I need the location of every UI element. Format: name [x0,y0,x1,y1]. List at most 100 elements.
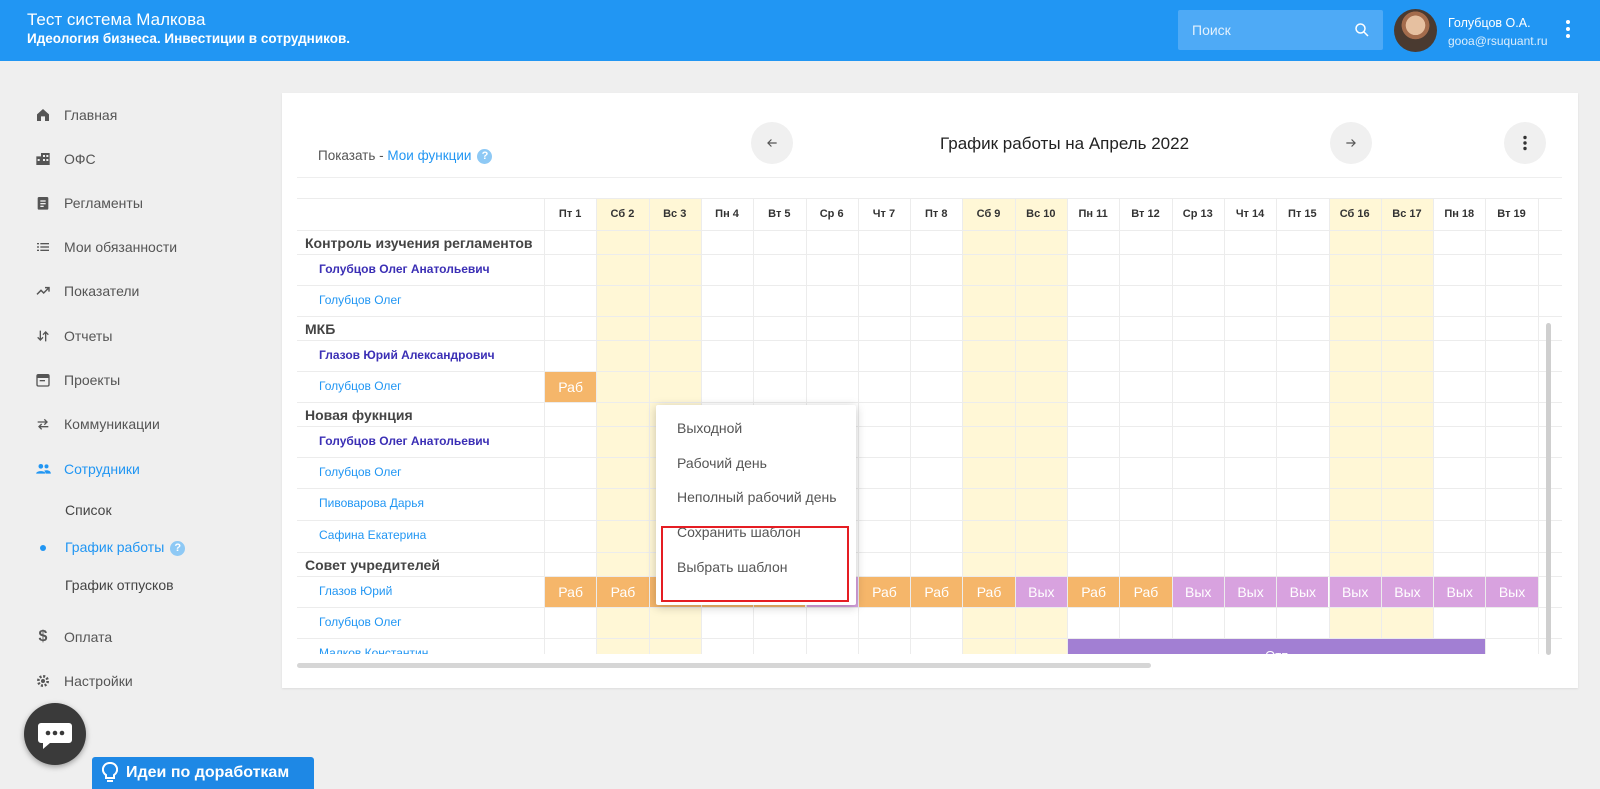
employee-name[interactable]: Голубцов Олег [319,615,402,629]
sidebar-item-home[interactable]: Главная [34,103,117,127]
employee-name[interactable]: Голубцов Олег Анатольевич [319,434,490,448]
day-off-cell[interactable]: Вых [1277,577,1329,607]
user-name[interactable]: Голубцов О.А. [1448,16,1531,30]
ideas-button[interactable]: Идеи по доработкам [92,757,314,789]
day-off-cell[interactable]: Вых [1172,577,1224,607]
sidebar-item-payment[interactable]: $ Оплата [34,625,113,649]
day-off-cell[interactable]: Вых [1015,577,1067,607]
grid-line [297,285,1562,286]
day-header: Пт 1 [558,208,582,220]
grid-line [297,371,1562,372]
sidebar-item-label: Оплата [64,629,113,645]
group-name: Контроль изучения регламентов [305,235,533,251]
more-vert-icon[interactable] [1560,18,1576,44]
work-day-cell[interactable]: Раб [1120,577,1172,607]
work-day-cell[interactable]: Раб [858,577,911,607]
sidebar-subitem-work-schedule[interactable]: График работы? [65,539,186,556]
employee-name[interactable]: Глазов Юрий Александрович [319,348,495,362]
chat-button[interactable] [24,703,86,765]
employee-name[interactable]: Голубцов Олег [319,379,402,393]
sidebar-item-settings[interactable]: Настройки [34,669,133,693]
day-header: Пт 15 [1288,208,1317,220]
sidebar-item-indicators[interactable]: Показатели [34,279,139,303]
employee-name[interactable]: Малков Константин [319,646,428,654]
day-header: Вс 17 [1392,208,1422,220]
highlight-box [661,526,849,602]
day-off-cell[interactable]: Вых [1329,577,1381,607]
dollar-icon: $ [38,628,48,645]
day-header: Ср 13 [1182,208,1213,220]
show-filter-label: Показать - [318,148,388,163]
sidebar-item-label: Сотрудники [64,461,140,477]
schedule-grid: Пт 1 Сб 2 Вс 3 Пн 4 Вт 5 Ср 6 Чт 7 Пт 8 Сб 9 Вс 1… [297,198,1562,654]
sidebar-item-regulations[interactable]: Регламенты [34,191,143,215]
help-icon[interactable]: ? [477,148,493,164]
help-icon[interactable]: ? [170,540,186,556]
day-off-cell[interactable]: Вых [1381,577,1434,607]
menu-item-part-day[interactable]: Неполный рабочий день [677,489,837,505]
active-dot [40,545,46,551]
horizontal-scrollbar[interactable] [297,663,1151,668]
more-options-button[interactable] [1504,122,1546,164]
vertical-scrollbar[interactable] [1546,323,1551,655]
prev-month-button[interactable] [751,122,793,164]
work-day-cell[interactable]: Раб [545,577,597,607]
grid-line [297,254,1562,255]
work-day-cell[interactable]: Раб [1068,577,1120,607]
app-title[interactable]: Тест система Малкова [27,10,205,30]
employee-name[interactable]: Глазов Юрий [319,584,392,598]
sidebar-item-label: Мои обязанности [64,239,178,255]
arrow-left-icon [767,139,777,147]
employee-name[interactable]: Голубцов Олег Анатольевич [319,262,490,276]
sidebar-item-reports[interactable]: Отчеты [34,324,112,348]
gear-icon [34,672,52,690]
schedule-card: Показать - Мои функции? График работы на… [282,93,1578,688]
work-day-cell[interactable]: Раб [911,577,963,607]
next-month-button[interactable] [1330,122,1372,164]
avatar[interactable] [1394,9,1437,52]
day-header: Сб 16 [1339,208,1370,220]
sidebar-subitem-list[interactable]: Список [65,502,112,518]
sidebar-item-communications[interactable]: Коммуникации [34,412,160,436]
day-off-cell[interactable]: Вых [1224,577,1277,607]
sidebar-item-label: Главная [64,107,118,123]
chat-icon [38,723,72,749]
employee-name[interactable]: Сафина Екатерина [319,528,426,542]
day-header: Пн 4 [715,208,739,220]
search-icon[interactable] [1353,21,1371,39]
clipboard-icon [34,194,52,212]
employee-name[interactable]: Голубцов Олег [319,293,402,307]
my-functions-link[interactable]: Мои функции [387,148,471,163]
employee-name[interactable]: Голубцов Олег [319,465,402,479]
top-bar: Тест система Малкова Идеология бизнеса. … [0,0,1600,61]
day-header: Чт 14 [1235,208,1265,220]
day-header: Сб 9 [976,208,1001,220]
menu-item-day-off[interactable]: Выходной [677,420,742,436]
sidebar-item-projects[interactable]: Проекты [34,368,120,392]
employee-name[interactable]: Пивоварова Дарья [319,496,424,510]
day-header: Ср 6 [819,208,844,220]
sidebar-subitem-vacation-schedule[interactable]: График отпусков [65,577,174,593]
menu-item-work-day[interactable]: Рабочий день [677,455,767,471]
work-day-cell[interactable]: Раб [597,577,649,607]
sidebar-item-label: Коммуникации [64,416,160,432]
sidebar-item-label: Проекты [64,372,121,388]
sidebar-item-ofs[interactable]: ОФС [34,147,96,171]
ideas-label: Идеи по доработкам [126,764,290,781]
sidebar-item-duties[interactable]: Мои обязанности [34,235,177,259]
day-off-cell[interactable]: Вых [1486,577,1538,607]
day-header: Чт 7 [872,208,896,220]
work-day-cell[interactable]: Раб [963,577,1015,607]
swap-vertical-icon [34,327,52,345]
grid-line [297,607,1562,608]
sidebar-item-employees[interactable]: Сотрудники [34,457,140,481]
work-day-cell[interactable]: Раб [545,372,597,402]
grid-line [297,457,1562,458]
day-header: Пн 18 [1444,208,1475,220]
search-input[interactable] [1178,10,1348,50]
search-box[interactable] [1178,10,1383,50]
vacation-cell[interactable]: Отп [1068,639,1486,654]
lightbulb-icon [102,762,118,782]
day-off-cell[interactable]: Вых [1434,577,1486,607]
sidebar-item-label: Настройки [64,673,133,689]
